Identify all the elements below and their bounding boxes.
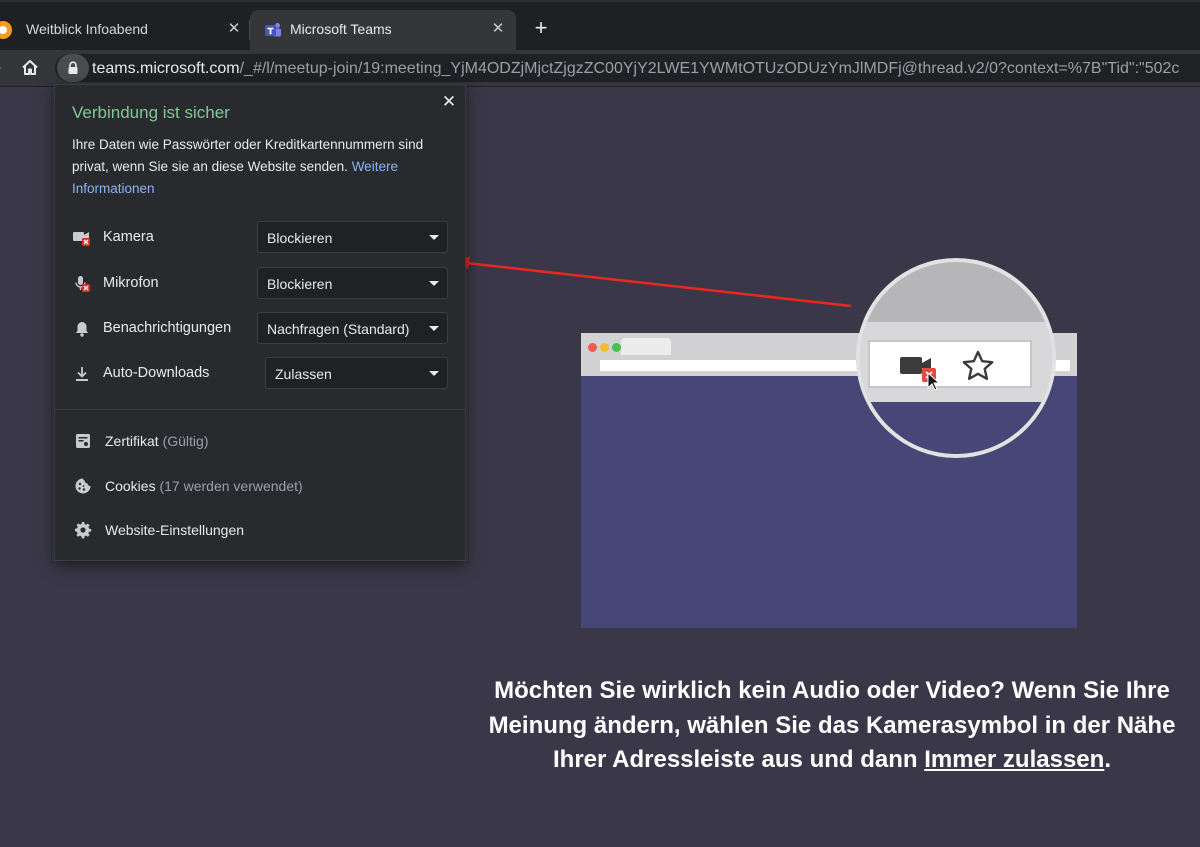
site-settings-row[interactable]: Website-Einstellungen	[55, 515, 465, 545]
teams-favicon-icon	[265, 23, 281, 37]
connection-secure-heading: Verbindung ist sicher	[72, 103, 230, 122]
download-icon	[76, 367, 88, 381]
tab-title: Weitblick Infoabend	[26, 21, 148, 37]
chevron-down-icon	[429, 371, 439, 376]
new-tab-button[interactable]: +	[531, 17, 551, 39]
permission-hint-caption: Möchten Sie wirklich kein Audio oder Vid…	[478, 674, 1186, 778]
camera-blocked-icon	[900, 357, 938, 391]
select-value: Blockieren	[267, 230, 333, 246]
link-label: Website-Einstellungen	[105, 522, 245, 538]
permission-row-camera: Kamera Blockieren	[55, 221, 465, 255]
site-info-button[interactable]	[57, 54, 89, 82]
site-info-popup: ✕ Verbindung ist sicher Ihre Daten wie P…	[54, 84, 466, 561]
site-settings-link[interactable]: Website-Einstellungen	[105, 522, 244, 538]
cookies-link[interactable]: Cookies (17 werden verwendet)	[105, 478, 303, 494]
tab-weitblick-infoabend[interactable]: Weitblick Infoabend ✕	[0, 10, 250, 50]
weitblick-favicon-icon	[0, 21, 12, 39]
permission-label: Benachrichtigungen	[103, 320, 232, 336]
magnified-page	[860, 402, 1052, 454]
url-text[interactable]: teams.microsoft.com/_#/l/meetup-join/19:…	[92, 60, 1179, 78]
microphone-blocked-icon	[75, 276, 90, 292]
microphone-permission-select[interactable]: Blockieren	[257, 267, 448, 299]
tab-title: Microsoft Teams	[290, 21, 392, 37]
permission-label: Mikrofon	[103, 275, 159, 291]
always-allow-link[interactable]: Immer zulassen	[924, 746, 1104, 773]
camera-permission-select[interactable]: Blockieren	[257, 221, 448, 253]
connection-description: Ihre Daten wie Passwörter oder Kreditkar…	[72, 134, 447, 200]
link-sublabel: (17 werden verwendet)	[159, 478, 303, 494]
tab-close-icon[interactable]: ✕	[224, 19, 244, 39]
cookies-row[interactable]: Cookies (17 werden verwendet)	[55, 471, 465, 501]
permission-label: Kamera	[103, 229, 154, 245]
popup-divider	[55, 409, 465, 410]
magnifier-illustration	[856, 258, 1056, 458]
illustration-tab	[621, 338, 671, 355]
lock-icon	[68, 61, 78, 74]
home-icon[interactable]	[18, 56, 42, 80]
url-path: /_#/l/meetup-join/19:meeting_YjM4ODZjMjc…	[239, 60, 1180, 77]
auto-downloads-permission-select[interactable]: Zulassen	[265, 357, 448, 389]
notifications-permission-select[interactable]: Nachfragen (Standard)	[257, 312, 448, 344]
bookmark-star-icon	[962, 350, 994, 380]
permission-label: Auto-Downloads	[103, 365, 210, 381]
certificate-icon	[76, 434, 90, 448]
cookie-icon	[75, 478, 91, 494]
link-label: Zertifikat	[105, 433, 159, 449]
select-value: Zulassen	[275, 366, 332, 382]
link-sublabel: (Gültig)	[162, 433, 209, 449]
link-label: Cookies	[105, 478, 156, 494]
browser-toolbar: › teams.microsoft.com/_#/l/meetup-join/1…	[0, 50, 1200, 87]
select-value: Blockieren	[267, 276, 333, 292]
certificate-row[interactable]: Zertifikat (Gültig)	[55, 426, 465, 456]
url-host: teams.microsoft.com	[92, 60, 240, 77]
chevron-down-icon	[429, 235, 439, 240]
certificate-link[interactable]: Zertifikat (Gültig)	[105, 433, 208, 449]
gear-icon	[75, 522, 92, 539]
chevron-down-icon	[429, 326, 439, 331]
window-top-edge	[0, 0, 1200, 2]
permission-row-microphone: Mikrofon Blockieren	[55, 267, 465, 301]
bell-icon	[75, 322, 89, 337]
select-value: Nachfragen (Standard)	[267, 321, 410, 337]
illustration-close-dot	[588, 343, 597, 352]
permission-row-auto-downloads: Auto-Downloads Zulassen	[55, 357, 465, 391]
illustration-maximize-dot	[612, 343, 621, 352]
address-bar[interactable]: teams.microsoft.com/_#/l/meetup-join/19:…	[55, 54, 1200, 82]
tab-close-icon[interactable]: ✕	[488, 19, 508, 39]
permission-row-notifications: Benachrichtigungen Nachfragen (Standard)	[55, 312, 465, 346]
illustration-minimize-dot	[600, 343, 609, 352]
camera-blocked-icon	[73, 232, 90, 246]
caption-end: .	[1104, 746, 1111, 773]
tab-strip: Weitblick Infoabend ✕ Microsoft Teams ✕ …	[0, 0, 1200, 50]
tab-microsoft-teams[interactable]: Microsoft Teams ✕	[250, 10, 516, 50]
magnified-address-field	[868, 340, 1032, 388]
forward-arrow-icon[interactable]: ›	[0, 59, 10, 77]
popup-close-button[interactable]: ✕	[439, 92, 459, 112]
chevron-down-icon	[429, 281, 439, 286]
